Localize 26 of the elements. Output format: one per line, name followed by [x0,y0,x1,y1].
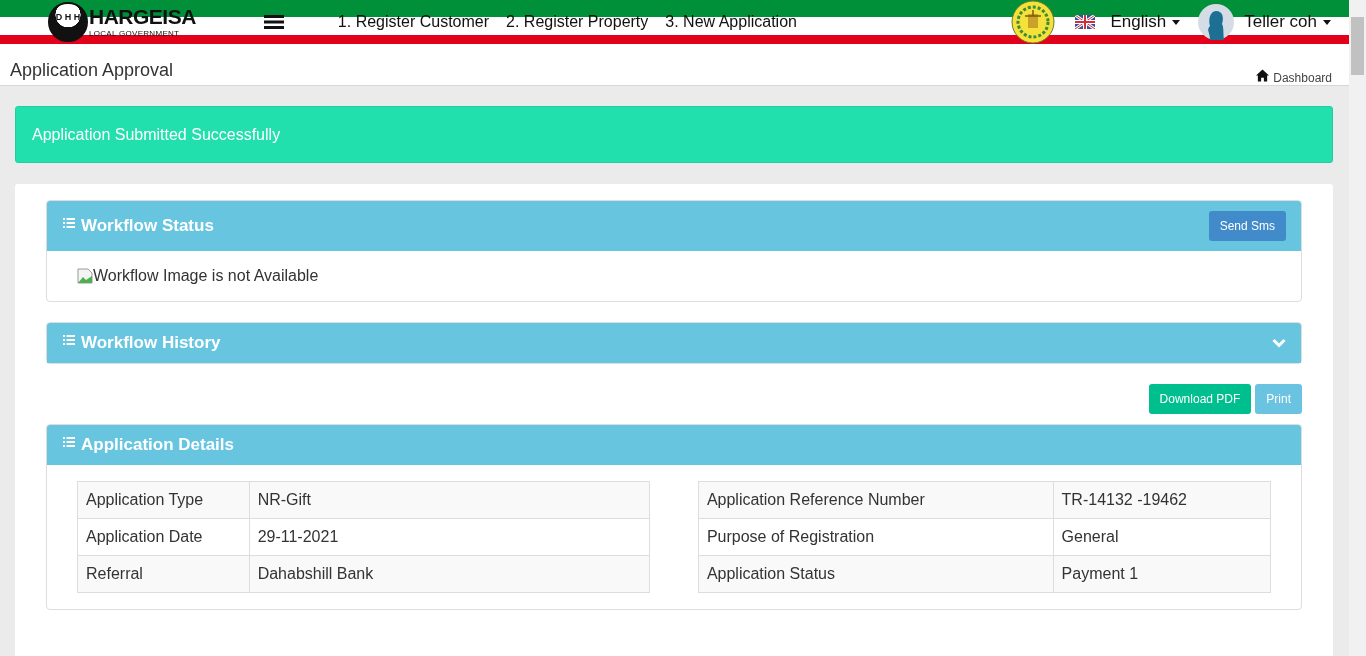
table-cell: Application Status [698,555,1054,593]
success-alert: Application Submitted Successfully [15,106,1333,163]
panel-title: Workflow History [81,333,221,353]
table-cell: Dahabshill Bank [249,555,650,593]
breadcrumb-link[interactable]: Dashboard [1256,69,1332,85]
table-cell: Payment 1 [1053,555,1271,593]
table-cell: General [1053,518,1271,556]
table-cell: 29-11-2021 [249,518,650,556]
table-cell: Referral [77,555,250,593]
panel-title: Application Details [81,435,235,455]
language-dropdown[interactable]: English [1110,12,1181,32]
panel-title: Workflow Status [81,216,214,236]
table-cell: Application Reference Number [698,481,1054,519]
table-cell: Application Date [77,518,250,556]
table-cell: TR-14132 -19462 [1053,481,1271,519]
logo-emblem: D H H [48,2,88,42]
nav-link[interactable]: 1. Register Customer [337,13,490,31]
user-dropdown[interactable]: Teller coh [1244,12,1331,32]
table-cell: NR-Gift [249,481,650,519]
page-title: Application Approval [10,60,174,82]
image-alt-text: Workflow Image is not Available [93,267,319,285]
table-cell: Application Type [77,481,250,519]
send-sms-button[interactable]: Send Sms [1208,211,1286,241]
nav-link[interactable]: 3. New Application [665,13,797,31]
table-cell: Purpose of Registration [698,518,1054,556]
nav-link[interactable]: 2. Register Property [506,13,649,31]
